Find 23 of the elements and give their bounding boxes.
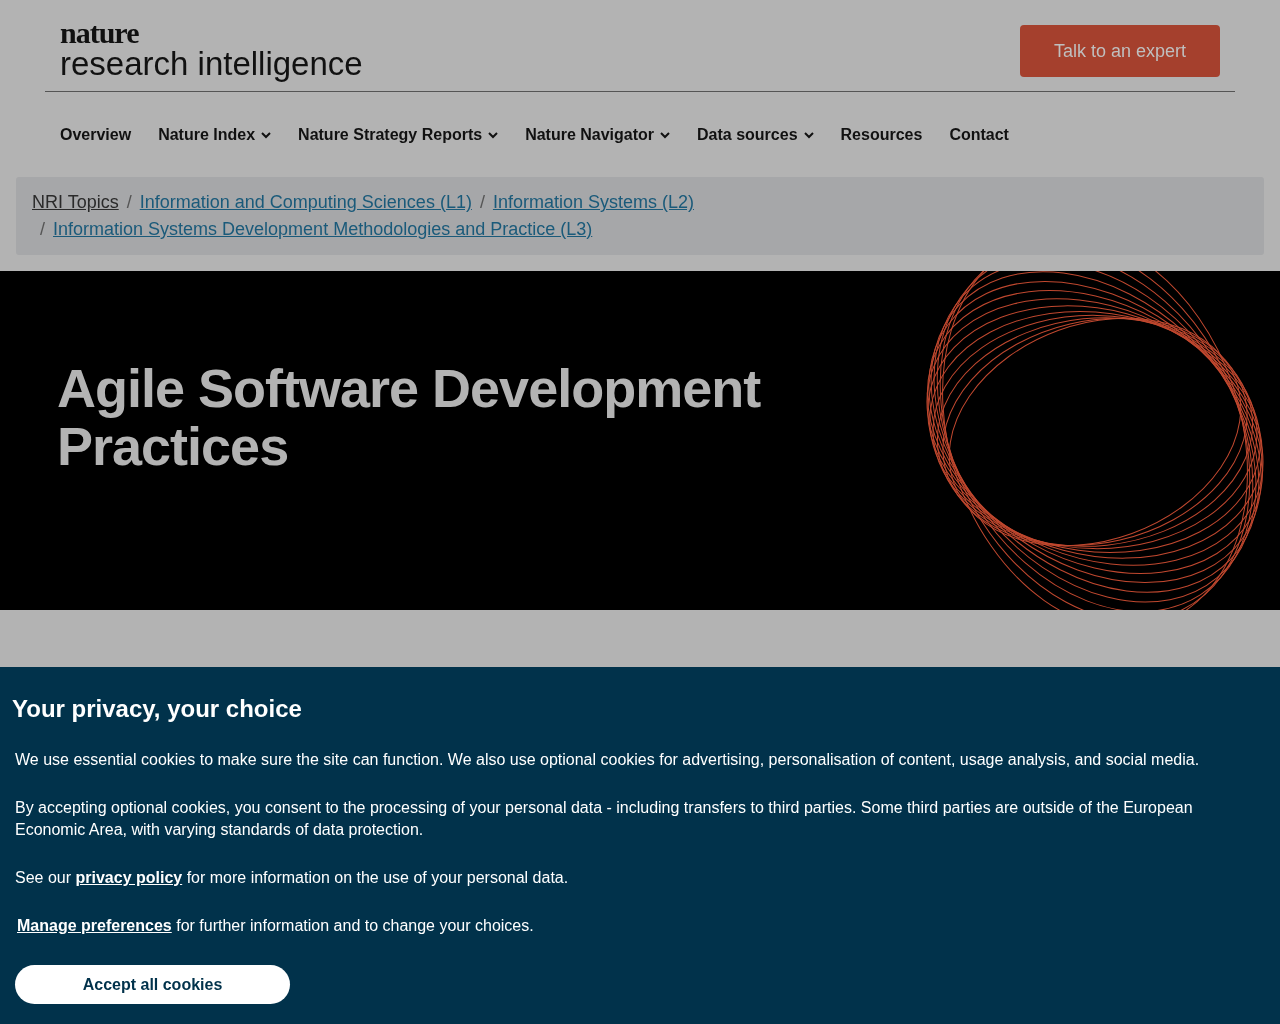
privacy-policy-link[interactable]: privacy policy: [75, 869, 183, 886]
nav-item[interactable]: Overview: [60, 125, 132, 145]
logo[interactable]: nature research intelligence: [60, 20, 363, 82]
nav-item[interactable]: Nature Index: [158, 125, 272, 145]
manage-preferences-link[interactable]: Manage preferences: [17, 917, 172, 934]
banner-paragraph: We use essential cookies to make sure the site can function. We also use optional cookies for advertising, personalisation of content, usage analysis, and social media.: [15, 750, 1201, 770]
breadcrumb-separator: /: [40, 219, 45, 239]
banner-paragraph: By accepting optional cookies, you consent to the processing of your personal data - including transfers to third parties. Some third parties are outside of the European Economic Area, with varying standards of data protection.: [15, 798, 1194, 840]
nav-item[interactable]: Data sources: [697, 125, 814, 145]
breadcrumb-separator: /: [479, 192, 485, 212]
nav-item[interactable]: Nature Navigator: [525, 125, 671, 145]
banner-paragraph: See our privacy policy for more information on the use of your personal data.: [15, 868, 570, 888]
nav-item[interactable]: Resources: [840, 125, 923, 145]
breadcrumb-separator: /: [126, 192, 132, 212]
nav-item[interactable]: Nature Strategy Reports: [298, 125, 499, 145]
banner-paragraph: Manage preferences for further information and to change your choices.: [17, 916, 535, 936]
nav-item[interactable]: Contact: [949, 125, 1009, 145]
logo-subtitle: research intelligence: [60, 46, 363, 82]
page-title: Agile Software Development Practices: [56, 357, 762, 475]
accept-cookies-button[interactable]: Accept all cookies: [15, 965, 290, 1004]
breadcrumb-link[interactable]: NRI Topics: [32, 192, 119, 212]
logo-wordmark: nature: [60, 20, 140, 46]
banner-title: Your privacy, your choice: [12, 695, 303, 723]
